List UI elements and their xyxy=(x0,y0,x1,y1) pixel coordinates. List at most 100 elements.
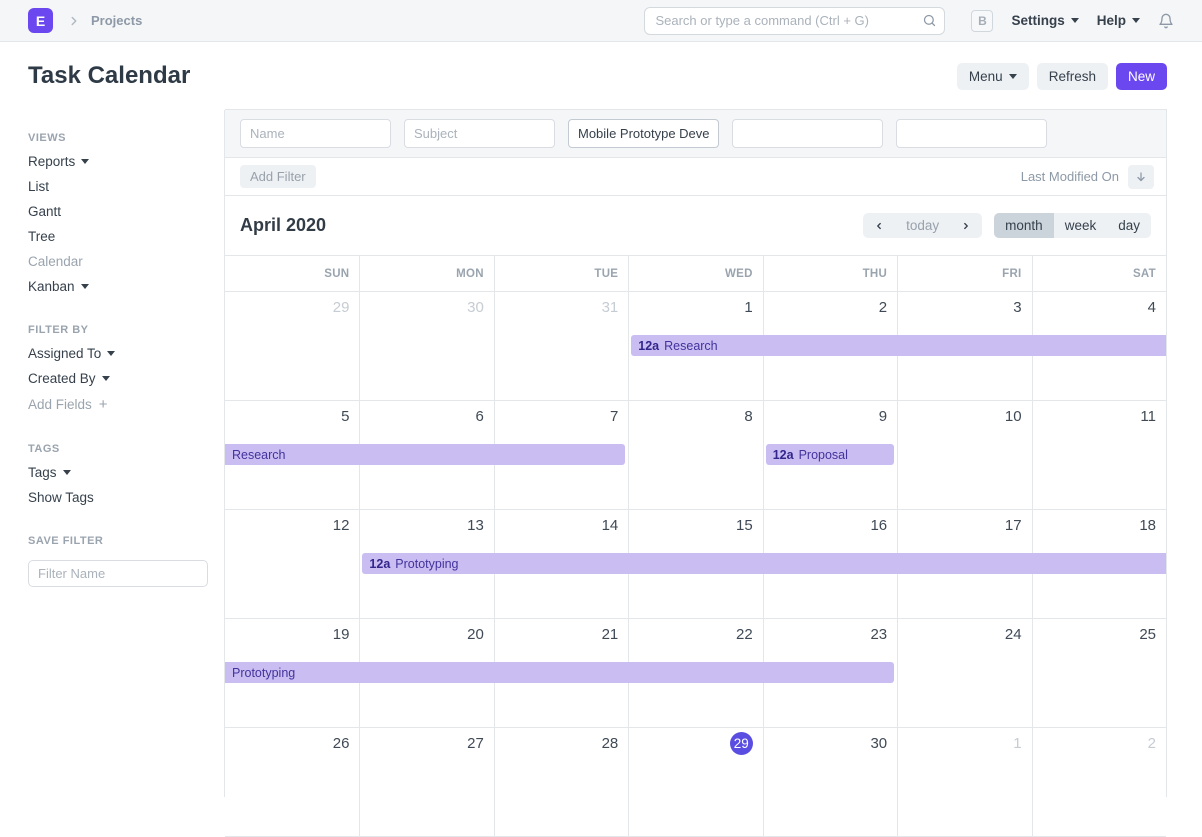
day-cell-24[interactable]: 24 xyxy=(897,619,1031,727)
filter-input-project[interactable] xyxy=(568,119,719,148)
breadcrumb[interactable]: Projects xyxy=(91,13,142,28)
day-header-sun: SUN xyxy=(225,256,359,291)
day-cell-10[interactable]: 10 xyxy=(897,401,1031,509)
view-button-week[interactable]: week xyxy=(1054,213,1108,238)
sidebar-item-kanban[interactable]: Kanban xyxy=(28,274,204,299)
day-cell-1-adjacent[interactable]: 1 xyxy=(897,728,1031,836)
sidebar-item-label: Tree xyxy=(28,229,55,244)
view-button-month[interactable]: month xyxy=(994,213,1054,238)
calendar-event-research[interactable]: 12aResearch xyxy=(631,335,1166,356)
sort-area: Last Modified On xyxy=(1021,165,1154,189)
filter-name-input[interactable] xyxy=(28,560,208,587)
sidebar-item-label: Kanban xyxy=(28,279,75,294)
today-date-badge: 29 xyxy=(730,732,753,755)
global-search xyxy=(644,7,945,35)
day-cell-25[interactable]: 25 xyxy=(1032,619,1166,727)
calendar-weeks: 293031123412aResearch567891011Research12… xyxy=(225,292,1166,837)
day-cell-28[interactable]: 28 xyxy=(494,728,628,836)
search-input[interactable] xyxy=(644,7,945,35)
event-title: Prototyping xyxy=(395,557,458,571)
day-header-mon: MON xyxy=(359,256,493,291)
calendar-event-prototyping[interactable]: Prototyping xyxy=(225,662,894,683)
tags-section-label: TAGS xyxy=(28,443,204,455)
chevron-down-icon xyxy=(1009,74,1017,79)
view-button-day[interactable]: day xyxy=(1107,213,1151,238)
day-header-tue: TUE xyxy=(494,256,628,291)
chevron-down-icon xyxy=(1071,18,1079,23)
calendar-event-research[interactable]: Research xyxy=(225,444,625,465)
sidebar-item-label: List xyxy=(28,179,49,194)
sidebar-item-gantt[interactable]: Gantt xyxy=(28,199,204,224)
help-label: Help xyxy=(1097,13,1126,28)
user-avatar[interactable]: B xyxy=(971,10,993,32)
arrow-down-icon xyxy=(1135,171,1147,183)
help-menu[interactable]: Help xyxy=(1097,13,1140,28)
calendar-view-group: monthweekday xyxy=(994,213,1151,238)
chevron-right-icon xyxy=(67,14,81,28)
settings-menu[interactable]: Settings xyxy=(1011,13,1078,28)
sidebar-item-label: Reports xyxy=(28,154,75,169)
day-cell-27[interactable]: 27 xyxy=(359,728,493,836)
sidebar-item-add-fields[interactable]: Add Fields+ xyxy=(28,391,204,418)
body: VIEWS Reports List Gantt Tree Calendar Kanban… xyxy=(0,110,1202,797)
week-row-5: 262728 29 3012 xyxy=(225,728,1166,837)
new-button[interactable]: New xyxy=(1116,63,1167,90)
plus-icon: + xyxy=(99,396,108,413)
sidebar-item-label: Show Tags xyxy=(28,490,94,505)
sidebar-item-label: Created By xyxy=(28,371,96,386)
filter-input-field-4[interactable] xyxy=(732,119,883,148)
event-title: Prototyping xyxy=(232,666,295,680)
day-cell-31-adjacent[interactable]: 31 xyxy=(494,292,628,400)
day-cell-2-adjacent[interactable]: 2 xyxy=(1032,728,1166,836)
sidebar-item-tags[interactable]: Tags xyxy=(28,460,204,485)
week-row-1: 293031123412aResearch xyxy=(225,292,1166,401)
sidebar-item-reports[interactable]: Reports xyxy=(28,149,204,174)
sidebar-item-assigned-to[interactable]: Assigned To xyxy=(28,341,204,366)
sidebar-item-calendar[interactable]: Calendar xyxy=(28,249,204,274)
event-time: 12a xyxy=(773,448,794,462)
day-cell-26[interactable]: 26 xyxy=(225,728,359,836)
menu-button[interactable]: Menu xyxy=(957,63,1029,90)
calendar-grid: SUNMONTUEWEDTHUFRISAT 293031123412aResea… xyxy=(225,255,1166,837)
sort-field-label[interactable]: Last Modified On xyxy=(1021,169,1119,184)
day-header-sat: SAT xyxy=(1032,256,1166,291)
refresh-button[interactable]: Refresh xyxy=(1037,63,1108,90)
settings-label: Settings xyxy=(1011,13,1064,28)
page-head: Task Calendar Menu Refresh New xyxy=(0,42,1202,110)
day-cell-11[interactable]: 11 xyxy=(1032,401,1166,509)
day-cell-29-adjacent[interactable]: 29 xyxy=(225,292,359,400)
app-logo[interactable]: E xyxy=(28,8,53,33)
calendar-nav-group: today xyxy=(863,213,982,238)
filter-by-list: Assigned To Created By Add Fields+ xyxy=(28,341,204,418)
sort-direction-button[interactable] xyxy=(1128,165,1154,189)
day-cell-12[interactable]: 12 xyxy=(225,510,359,618)
sidebar-item-label: Tags xyxy=(28,465,57,480)
page-actions: Menu Refresh New xyxy=(957,63,1167,90)
views-section-label: VIEWS xyxy=(28,132,204,144)
sidebar-item-created-by[interactable]: Created By xyxy=(28,366,204,391)
day-cell-30[interactable]: 30 xyxy=(763,728,897,836)
today-button[interactable]: today xyxy=(895,213,950,238)
menu-button-label: Menu xyxy=(969,69,1003,84)
filter-input-subject[interactable] xyxy=(404,119,555,148)
sidebar-item-list[interactable]: List xyxy=(28,174,204,199)
filter-input-field-5[interactable] xyxy=(896,119,1047,148)
add-filter-button[interactable]: Add Filter xyxy=(240,165,316,188)
calendar-toolbar: April 2020 today monthweekday xyxy=(225,196,1166,255)
save-filter-section-label: SAVE FILTER xyxy=(28,535,204,547)
sidebar-item-label: Gantt xyxy=(28,204,61,219)
sidebar-item-tree[interactable]: Tree xyxy=(28,224,204,249)
day-cell-8[interactable]: 8 xyxy=(628,401,762,509)
next-month-button[interactable] xyxy=(950,213,982,238)
filter-fields-row xyxy=(225,110,1166,158)
filter-input-name[interactable] xyxy=(240,119,391,148)
chevron-down-icon xyxy=(102,376,110,381)
sidebar-item-show-tags[interactable]: Show Tags xyxy=(28,485,204,510)
day-cell-29[interactable]: 29 xyxy=(628,728,762,836)
day-cell-30-adjacent[interactable]: 30 xyxy=(359,292,493,400)
chevron-down-icon xyxy=(107,351,115,356)
calendar-event-prototyping[interactable]: 12aPrototyping xyxy=(362,553,1166,574)
calendar-event-proposal[interactable]: 12aProposal xyxy=(766,444,894,465)
prev-month-button[interactable] xyxy=(863,213,895,238)
notifications-bell-icon[interactable] xyxy=(1158,13,1174,29)
